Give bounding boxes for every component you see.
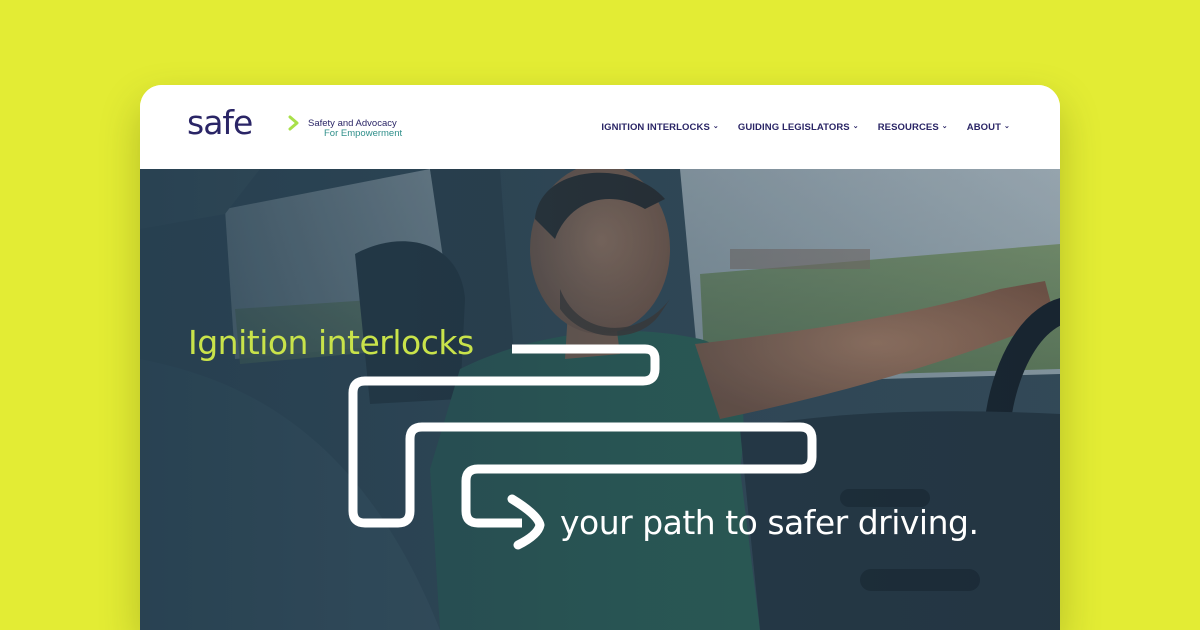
tagline-line-2: For Empowerment	[324, 128, 403, 139]
nav-about-label: ABOUT	[966, 122, 1002, 133]
site-header: safe Safety and Advocacy For Empowerment…	[140, 85, 1060, 169]
chevron-down-icon: ⌄	[712, 122, 719, 130]
nav-about[interactable]: ABOUT ⌄	[967, 122, 1010, 133]
chevron-down-icon: ⌄	[941, 122, 948, 130]
nav-guiding-legislators-label: GUIDING LEGISLATORS	[737, 122, 850, 133]
nav-resources-label: RESOURCES	[877, 122, 939, 133]
hero-section: Ignition interlocks your path to safer d…	[140, 169, 1060, 630]
hero-heading: Ignition interlocks	[188, 323, 474, 362]
hero-subheading: your path to safer driving.	[560, 503, 979, 542]
nav-ignition-interlocks-label: IGNITION INTERLOCKS	[601, 122, 710, 133]
main-nav: IGNITION INTERLOCKS ⌄ GUIDING LEGISLATOR…	[601, 122, 1010, 133]
website-card: safe Safety and Advocacy For Empowerment…	[140, 85, 1060, 630]
chevron-down-icon: ⌄	[1004, 122, 1010, 130]
logo-tagline: Safety and Advocacy For Empowerment	[308, 119, 402, 139]
nav-guiding-legislators[interactable]: GUIDING LEGISLATORS ⌄	[738, 122, 859, 133]
chevron-down-icon: ⌄	[852, 122, 859, 130]
hero-photo	[140, 169, 1060, 630]
logo-wordmark: safe	[187, 103, 253, 142]
logo-arrow-icon	[271, 115, 299, 131]
nav-ignition-interlocks[interactable]: IGNITION INTERLOCKS ⌄	[601, 122, 718, 133]
nav-resources[interactable]: RESOURCES ⌄	[878, 122, 948, 133]
